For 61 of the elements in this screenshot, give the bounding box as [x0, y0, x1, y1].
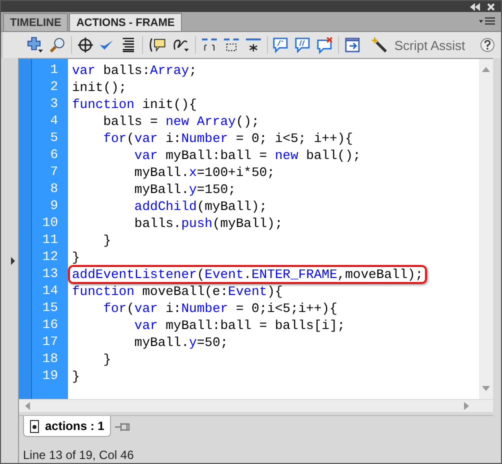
highlighted-code-line: addEventListener(Event.ENTER_FRAME,moveBall); [68, 265, 428, 284]
code-line: } [71, 368, 81, 386]
code-line: myBall.y=50; [133, 334, 230, 352]
code-line: var myBall:ball = new ball(); [133, 147, 362, 165]
line-number: 2 [49, 78, 59, 95]
document-icon [30, 420, 39, 432]
line-number: 19 [41, 367, 59, 384]
code-line: for(var i:Number = 0;i<5;i++){ [102, 300, 338, 318]
format-icon[interactable] [120, 36, 137, 54]
panel-menu-icon[interactable] [479, 17, 495, 27]
code-line: for(var i:Number = 0; i<5; i++){ [102, 130, 354, 148]
line-number: 7 [49, 163, 59, 180]
line-number: 8 [49, 180, 59, 197]
close-icon[interactable] [487, 2, 495, 10]
line-number: 14 [41, 282, 59, 299]
pin-icon[interactable] [115, 421, 132, 433]
code-line: myBall.x=100+i*50; [133, 164, 276, 182]
expand-arrow-icon[interactable] [10, 256, 16, 266]
script-assist-label[interactable]: Script Assist [394, 38, 466, 52]
line-number: 1 [49, 61, 59, 78]
line-number: 18 [41, 350, 59, 367]
code-line: function moveBall(e:Event){ [71, 283, 284, 301]
line-number: 9 [49, 197, 59, 214]
code-line: addChild(myBall); [133, 198, 268, 216]
block-comment-icon[interactable] [272, 36, 290, 54]
code-hint-icon[interactable] [148, 36, 167, 54]
line-number: 6 [49, 146, 59, 163]
code-line: myBall.y=150; [133, 181, 237, 199]
line-number: 11 [41, 231, 59, 248]
line-number: 4 [49, 112, 59, 129]
code-line: } [71, 249, 81, 267]
code-line: } [102, 232, 112, 250]
line-number: 5 [49, 129, 59, 146]
help-icon[interactable] [480, 37, 496, 53]
line-number: 10 [41, 214, 59, 231]
collapse-selection-icon[interactable] [222, 36, 240, 54]
line-number: 16 [41, 316, 59, 333]
panel-tab[interactable]: ACTIONS - FRAME [69, 13, 182, 31]
code-line: balls.push(myBall); [133, 215, 284, 233]
target-icon[interactable] [76, 36, 94, 54]
status-bar-text: Line 13 of 19, Col 46 [22, 447, 135, 462]
script-tab[interactable]: actions : 1 [23, 416, 112, 437]
code-line: } [102, 351, 112, 369]
remove-comment-icon[interactable] [316, 36, 333, 54]
panel-icon[interactable] [344, 36, 361, 54]
magic-wand-icon[interactable] [370, 36, 388, 54]
line-number: 3 [49, 95, 59, 112]
code-line: var myBall:ball = balls[i]; [133, 317, 346, 335]
panel-tab[interactable]: TIMELINE [3, 13, 68, 31]
line-number: 12 [41, 248, 59, 265]
line-comment-icon[interactable] [294, 36, 312, 54]
code-line: balls = new Array(); [102, 113, 260, 131]
expand-all-icon[interactable] [244, 36, 262, 54]
add-icon[interactable] [27, 36, 44, 54]
line-number: 17 [41, 333, 59, 350]
code-line: function init(){ [71, 96, 198, 114]
line-number: 13 [41, 265, 59, 282]
code-line: var balls:Array; [71, 62, 198, 80]
search-icon[interactable] [48, 36, 66, 54]
line-number: 15 [41, 299, 59, 316]
code-line: init(); [71, 79, 128, 97]
